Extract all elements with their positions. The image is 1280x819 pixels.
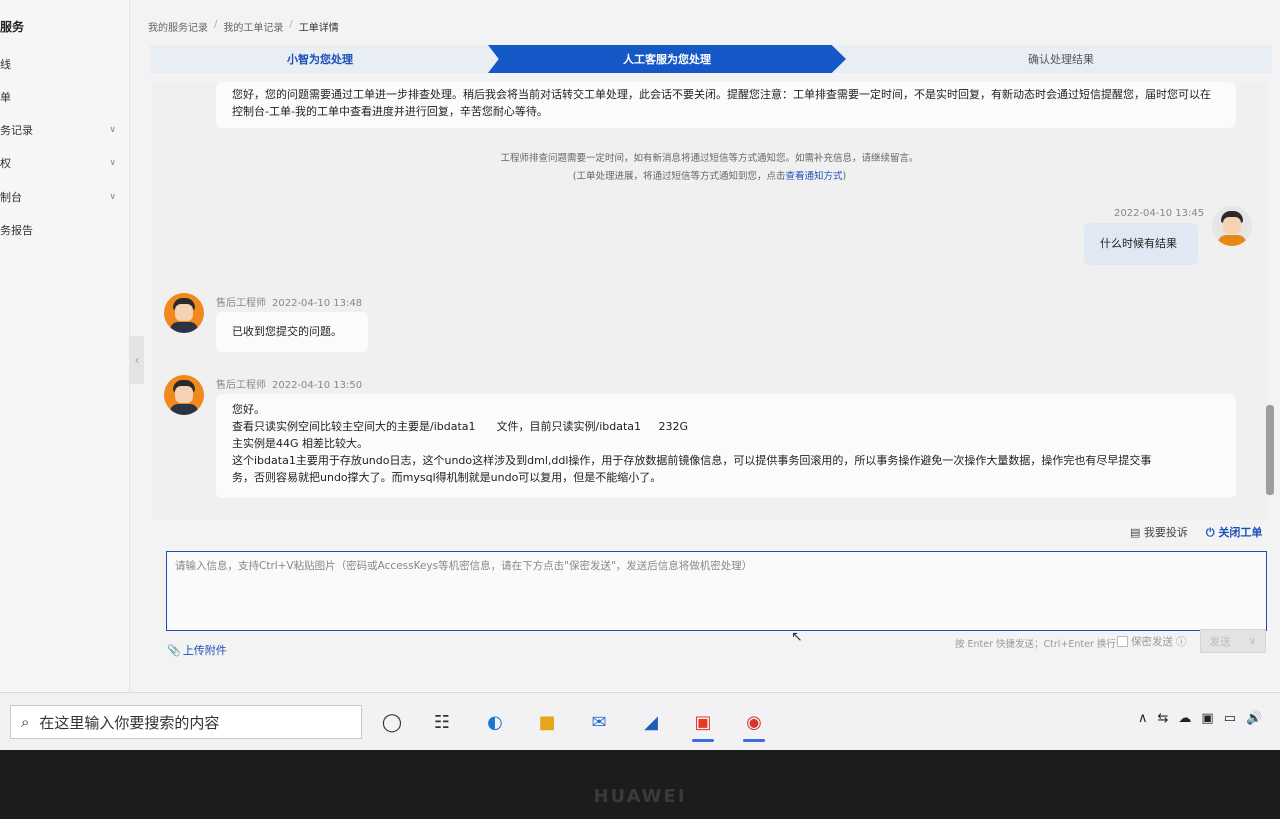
battery-icon[interactable]: ▭ <box>1224 711 1236 726</box>
chat-log: 您好，您的问题需要通过工单进一步排查处理。稍后我会将当前对话转交工单处理，此会话… <box>152 82 1267 520</box>
secret-send-checkbox[interactable]: 保密发送 ⓘ <box>1117 634 1187 649</box>
sidebar-item-label: 权 <box>0 157 11 170</box>
message-meta: 售后工程师 2022-04-10 13:50 <box>216 376 362 391</box>
sender-role: 售后工程师 <box>216 380 266 391</box>
chat-scrollbar[interactable] <box>1266 405 1274 495</box>
progress-steps: 小智为您处理 人工客服为您处理 确认处理结果 <box>150 45 1272 73</box>
sidebar-item-ticket[interactable]: 单 <box>0 86 130 108</box>
message-line: 已收到您提交的问题。 <box>232 325 342 338</box>
sidebar-item-label: 务记录 <box>0 124 33 137</box>
complain-label: 我要投诉 <box>1143 526 1188 539</box>
sidebar-item-label: 制台 <box>0 191 22 204</box>
breadcrumb-current: 工单详情 <box>298 23 339 34</box>
chevron-down-icon[interactable]: ∨ <box>1249 635 1257 647</box>
step-ai: 小智为您处理 <box>287 53 353 66</box>
search-icon: ⌕ <box>21 713 30 731</box>
sidebar: 服务 线 单 务记录 ∨ 权 ∨ 制台 ∨ 务报告 <box>0 0 130 692</box>
network-icon[interactable]: ⇆ <box>1158 711 1169 726</box>
message-time: 2022-04-10 13:50 <box>272 380 363 391</box>
engineer-avatar <box>164 293 204 333</box>
notice-prefix: (工单处理进展，将通过短信等方式通知到您，点击 <box>572 171 786 182</box>
cloud-icon[interactable]: ☁ <box>1178 711 1191 726</box>
step-confirm: 确认处理结果 <box>1028 53 1094 66</box>
message-time: 2022-04-10 13:45 <box>1114 208 1205 219</box>
upload-attachment-button[interactable]: 📎 上传附件 <box>167 642 227 658</box>
system-tray: ∧ ⇆ ☁ ▣ ▭ 🔊 <box>1138 711 1262 726</box>
sidebar-item-online[interactable]: 线 <box>0 53 130 75</box>
sender-role: 售后工程师 <box>216 298 266 309</box>
paperclip-icon: 📎 <box>167 643 181 657</box>
notification-method-link[interactable]: 查看通知方式 <box>785 171 842 182</box>
sidebar-item-service-records[interactable]: 务记录 ∨ <box>0 119 130 141</box>
notice-suffix: ) <box>842 171 847 182</box>
system-notice: 工程师排查问题需要一定时间，如有新消息将通过短信等方式通知您。如需补充信息，请继… <box>152 150 1267 186</box>
step-human: 人工客服为您处理 <box>488 45 846 73</box>
chevron-down-icon: ∨ <box>109 125 116 135</box>
task-view-icon[interactable]: ☷ <box>427 707 457 737</box>
engineer-message: 已收到您提交的问题。 <box>216 312 368 352</box>
send-shortcut-hint: 按 Enter 快捷发送；Ctrl+Enter 换行 <box>955 639 1116 650</box>
message-line: 您好。 <box>232 403 265 416</box>
send-button[interactable]: 发送 ∨ <box>1200 629 1266 653</box>
engineer-avatar <box>164 375 204 415</box>
message-time: 2022-04-10 13:48 <box>272 298 363 309</box>
engineer-message: 您好。 查看只读实例空间比较主空间大的主要是/ibdata1 文件，目前只读实例… <box>216 394 1236 498</box>
help-icon[interactable]: ⓘ <box>1176 634 1187 649</box>
power-icon: ⏻ <box>1205 526 1219 539</box>
edge-icon[interactable]: ◐ <box>480 707 510 737</box>
laptop-brand-logo: HUAWEI <box>593 786 687 807</box>
sidebar-item-label: 单 <box>0 91 11 104</box>
taskbar-search-placeholder: 在这里输入你要搜索的内容 <box>39 713 220 732</box>
breadcrumb-separator: / <box>214 19 218 30</box>
breadcrumb: 我的服务记录 / 我的工单记录 / 工单详情 <box>148 19 339 34</box>
user-avatar <box>1212 206 1252 246</box>
mouse-cursor-icon: ↖ <box>791 629 803 645</box>
sidebar-title: 服务 <box>0 20 25 34</box>
message-line: 务，否则容易就把undo撑大了。而mysql得机制就是undo可以复用，但是不能… <box>232 471 662 484</box>
breadcrumb-service-records[interactable]: 我的服务记录 <box>148 19 208 34</box>
chrome-icon[interactable]: ◉ <box>739 707 769 742</box>
app-red-icon[interactable]: ▣ <box>688 707 718 742</box>
sidebar-item-label: 务报告 <box>0 224 33 237</box>
close-ticket-button[interactable]: ⏻ 关闭工单 <box>1206 524 1263 540</box>
screen: 服务 线 单 务记录 ∨ 权 ∨ 制台 ∨ 务报告 ‹ 我的服务记录 / 我的工单记录… <box>0 0 1280 692</box>
taskbar-search[interactable]: ⌕ 在这里输入你要搜索的内容 <box>10 705 362 739</box>
system-message: 您好，您的问题需要通过工单进一步排查处理。稍后我会将当前对话转交工单处理，此会话… <box>216 82 1236 128</box>
chevron-down-icon: ∨ <box>109 192 116 202</box>
app-icon[interactable]: ◢ <box>636 707 666 737</box>
checkbox-icon <box>1117 636 1128 647</box>
chevron-left-icon: ‹ <box>134 353 140 367</box>
complain-icon: ▤ <box>1130 526 1144 539</box>
notice-line: (工单处理进展，将通过短信等方式通知到您，点击查看通知方式) <box>152 168 1267 186</box>
file-explorer-icon[interactable]: ■ <box>532 707 562 737</box>
message-line: 这个ibdata1主要用于存放undo日志，这个undo这样涉及到dml,ddl… <box>232 454 1152 467</box>
complain-button[interactable]: ▤ 我要投诉 <box>1130 524 1188 540</box>
close-ticket-label: 关闭工单 <box>1218 526 1263 539</box>
sidebar-item-console[interactable]: 制台 ∨ <box>0 186 130 208</box>
windows-taskbar: ⌕ 在这里输入你要搜索的内容 ◯ ☷ ◐ ■ ✉ ◢ ▣ ◉ ∧ ⇆ ☁ ▣ ▭… <box>0 692 1280 750</box>
breadcrumb-separator: / <box>289 19 293 30</box>
sidebar-item-service-report[interactable]: 务报告 <box>0 219 130 241</box>
user-message: 什么时候有结果 <box>1084 223 1198 265</box>
cortana-icon[interactable]: ◯ <box>377 707 407 737</box>
ticket-actions: ▤ 我要投诉 ⏻ 关闭工单 <box>1130 524 1262 540</box>
sidebar-item-permission[interactable]: 权 ∨ <box>0 152 130 174</box>
notice-line: 工程师排查问题需要一定时间，如有新消息将通过短信等方式通知您。如需补充信息，请继… <box>500 153 919 164</box>
chevron-up-icon[interactable]: ∧ <box>1138 711 1148 726</box>
sidebar-collapse-button[interactable]: ‹ <box>130 336 144 384</box>
secret-send-label: 保密发送 <box>1131 636 1173 648</box>
speaker-icon[interactable]: 🔊 <box>1246 711 1262 726</box>
screen-icon[interactable]: ▣ <box>1201 711 1213 726</box>
breadcrumb-ticket-records[interactable]: 我的工单记录 <box>223 19 283 34</box>
upload-label: 上传附件 <box>182 644 227 657</box>
message-line: 查看只读实例空间比较主空间大的主要是/ibdata1 文件，目前只读实例/ibd… <box>232 420 689 433</box>
chevron-down-icon: ∨ <box>109 158 116 168</box>
mail-icon[interactable]: ✉ <box>584 707 614 737</box>
message-input[interactable] <box>166 551 1267 631</box>
message-line: 主实例是44G 相差比较大。 <box>232 437 369 450</box>
sidebar-item-label: 线 <box>0 58 11 71</box>
message-meta: 售后工程师 2022-04-10 13:48 <box>216 294 362 309</box>
send-label: 发送 <box>1209 635 1231 648</box>
